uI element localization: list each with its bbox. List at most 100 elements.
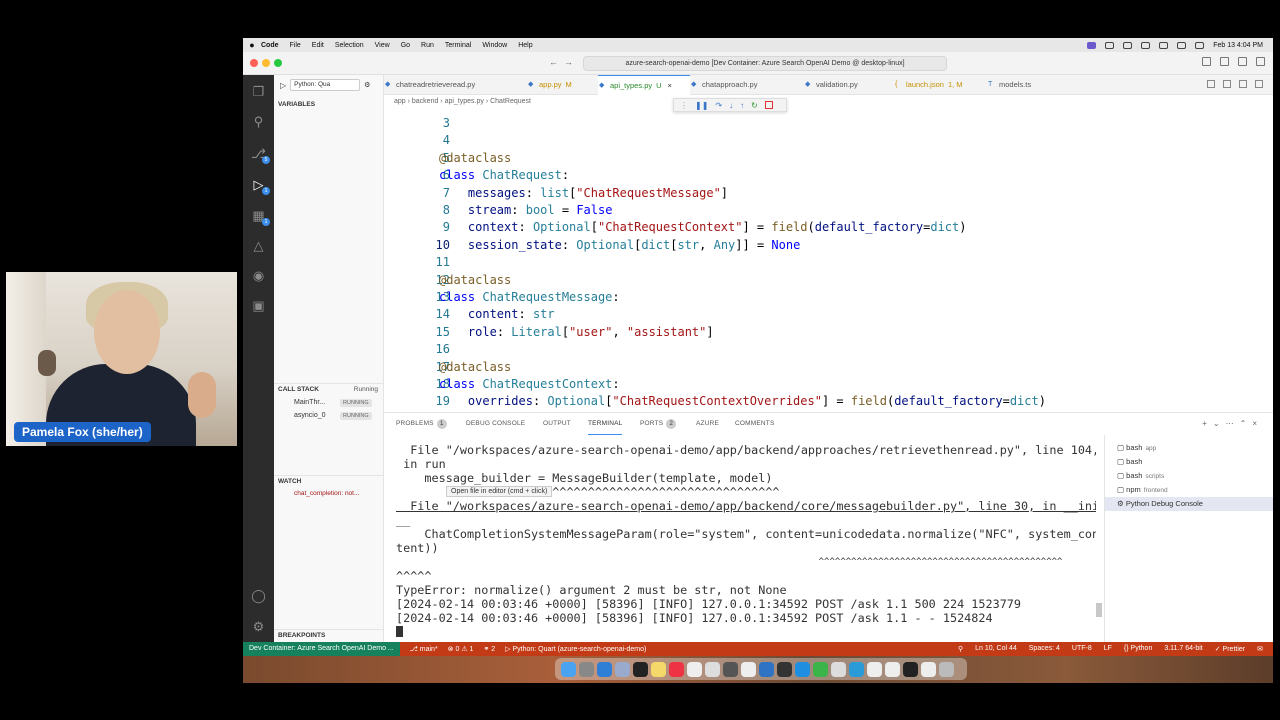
tab-azure[interactable]: AZURE — [696, 413, 719, 435]
breakpoints-section[interactable]: BREAKPOINTS — [274, 629, 384, 641]
command-center-search[interactable]: azure-search-openai-demo [Dev Container:… — [583, 56, 947, 71]
testing-icon[interactable]: △ — [250, 237, 267, 254]
nav-arrows-icon[interactable]: ←→ — [549, 57, 579, 67]
menu-help[interactable]: Help — [518, 42, 532, 49]
terminal-app-icon[interactable] — [633, 661, 648, 677]
display-icon[interactable] — [1141, 41, 1151, 49]
wifi-icon[interactable] — [1177, 41, 1187, 49]
zoom-window-button[interactable] — [274, 59, 282, 67]
app-icon[interactable] — [849, 661, 864, 677]
step-into-icon[interactable]: ↓ — [729, 101, 733, 110]
tab-models-ts[interactable]: Tmodels.ts — [987, 75, 1067, 95]
battery-icon[interactable] — [1159, 41, 1169, 49]
accounts-icon[interactable]: ◯ — [250, 587, 267, 604]
finder-icon[interactable] — [561, 661, 576, 677]
screen-share-icon[interactable] — [1087, 41, 1097, 49]
indentation[interactable]: Spaces: 4 — [1029, 645, 1060, 653]
stop-icon[interactable] — [764, 101, 773, 109]
menu-go[interactable]: Go — [401, 42, 410, 49]
app-icon[interactable] — [723, 661, 738, 677]
code-editor[interactable]: 3 4 5 @dataclass 6 class ChatRequest: 7 me… — [384, 112, 1273, 412]
panel-actions[interactable]: +⌄⋯⌃× — [1202, 419, 1263, 428]
tab-chatreadretrieveread[interactable]: ◆ chatreadretrieveread.py — [384, 75, 489, 95]
app-icon[interactable] — [921, 661, 936, 677]
split-editor-icon[interactable] — [1239, 80, 1247, 88]
app-icon[interactable] — [867, 661, 882, 677]
run-debug-icon[interactable]: ▷ 1 — [250, 176, 270, 195]
settings-gear-icon[interactable]: ⚙ — [250, 618, 267, 635]
tab-problems[interactable]: PROBLEMS 1 — [396, 413, 447, 435]
terminal-line-link[interactable]: File "/workspaces/azure-search-openai-de… — [396, 499, 1096, 513]
menu-terminal[interactable]: Terminal — [445, 42, 471, 49]
close-window-button[interactable] — [250, 59, 258, 67]
terminal-list-item[interactable]: ▢ bash — [1105, 455, 1273, 469]
tab-debug-console[interactable]: DEBUG CONSOLE — [466, 413, 525, 435]
remote-explorer-icon[interactable]: ▣ — [250, 297, 267, 314]
search-icon[interactable]: ⚲ — [250, 113, 267, 130]
tab-comments[interactable]: COMMENTS — [735, 413, 775, 435]
toggle-sidebar-icon[interactable] — [1202, 57, 1211, 66]
problems-status[interactable]: ⊗ 0 ⚠ 1 — [448, 645, 474, 653]
notifications-icon[interactable]: ✉ — [1257, 645, 1263, 653]
tab-app-py[interactable]: ◆ app.py M — [527, 75, 587, 95]
terminal-output[interactable]: File "/workspaces/azure-search-openai-de… — [396, 443, 1096, 641]
remote-indicator[interactable]: Dev Container: Azure Search OpenAI Demo … — [243, 642, 400, 656]
github-icon[interactable]: ◉ — [250, 267, 267, 284]
messages-icon[interactable] — [813, 661, 828, 677]
app-icon[interactable] — [777, 661, 792, 677]
breadcrumb[interactable]: app › backend › api_types.py › ChatReque… — [384, 95, 531, 108]
ports-status[interactable]: ⚭ 2 — [483, 645, 495, 653]
customize-layout-icon[interactable] — [1256, 57, 1265, 66]
start-debugging-icon[interactable]: ▷ — [280, 81, 286, 90]
notes-icon[interactable] — [651, 661, 666, 677]
terminal-scrollbar[interactable] — [1096, 603, 1102, 617]
menu-view[interactable]: View — [375, 42, 390, 49]
debug-settings-gear-icon[interactable]: ⚙ — [364, 81, 370, 89]
files-icon[interactable] — [615, 661, 630, 677]
app-icon[interactable] — [795, 661, 810, 677]
tab-output[interactable]: OUTPUT — [543, 413, 571, 435]
menu-run[interactable]: Run — [421, 42, 434, 49]
menu-edit[interactable]: Edit — [312, 42, 324, 49]
restart-icon[interactable]: ↻ — [751, 101, 758, 110]
terminal-list-item[interactable]: ▢ bash app — [1105, 441, 1273, 455]
app-icon[interactable] — [741, 661, 756, 677]
extensions-icon[interactable]: ▦ 1 — [250, 207, 270, 226]
menu-file[interactable]: File — [290, 42, 301, 49]
minimize-window-button[interactable] — [262, 59, 270, 67]
tab-chatapproach[interactable]: ◆ chatapproach.py — [690, 75, 790, 95]
step-out-icon[interactable]: ↑ — [740, 101, 744, 110]
drag-handle-icon[interactable]: ⋮ — [680, 101, 688, 110]
menubar-clock[interactable]: Feb 13 4:04 PM — [1213, 42, 1263, 49]
tab-api-types[interactable]: ◆ api_types.py U × — [598, 75, 690, 95]
watch-section[interactable]: WATCH — [274, 475, 384, 487]
preview-icon[interactable] — [705, 661, 720, 677]
tab-launch-json[interactable]: {launch.json 1, M — [894, 75, 994, 95]
close-tab-icon[interactable]: × — [668, 81, 672, 90]
record-icon[interactable] — [1105, 41, 1115, 49]
toggle-secondary-sidebar-icon[interactable] — [1238, 57, 1247, 66]
apple-icon[interactable]: ● — [243, 40, 261, 50]
pause-icon[interactable]: ❚❚ — [695, 101, 708, 110]
step-over-icon[interactable]: ↷ — [715, 101, 722, 110]
chrome-icon[interactable] — [579, 661, 594, 677]
encoding[interactable]: UTF-8 — [1072, 645, 1092, 653]
tab-validation[interactable]: ◆ validation.py — [804, 75, 894, 95]
language-mode[interactable]: {} Python — [1124, 645, 1152, 653]
menu-app[interactable]: Code — [261, 42, 279, 49]
more-actions-icon[interactable] — [1255, 80, 1263, 88]
app-icon[interactable] — [831, 661, 846, 677]
terminal-list-item[interactable]: ▢ bash scripts — [1105, 469, 1273, 483]
python-interpreter[interactable]: 3.11.7 64-bit — [1164, 645, 1202, 653]
debug-status[interactable]: ▷ Python: Quart (azure-search-openai-dem… — [505, 645, 646, 653]
git-branch[interactable]: ⎇ main* — [410, 645, 438, 653]
call-stack-section[interactable]: CALL STACK Running — [274, 383, 384, 395]
terminal-list-item[interactable]: ▢ npm frontend — [1105, 483, 1273, 497]
camera-icon[interactable] — [1123, 41, 1133, 49]
variables-section[interactable]: VARIABLES — [274, 99, 384, 111]
tab-ports[interactable]: PORTS 2 — [640, 413, 677, 435]
vscode-icon[interactable] — [597, 661, 612, 677]
app-icon[interactable] — [669, 661, 684, 677]
thread-item[interactable]: asyncio_0 — [294, 412, 326, 419]
source-control-icon[interactable]: ⎇ 5 — [250, 145, 270, 164]
